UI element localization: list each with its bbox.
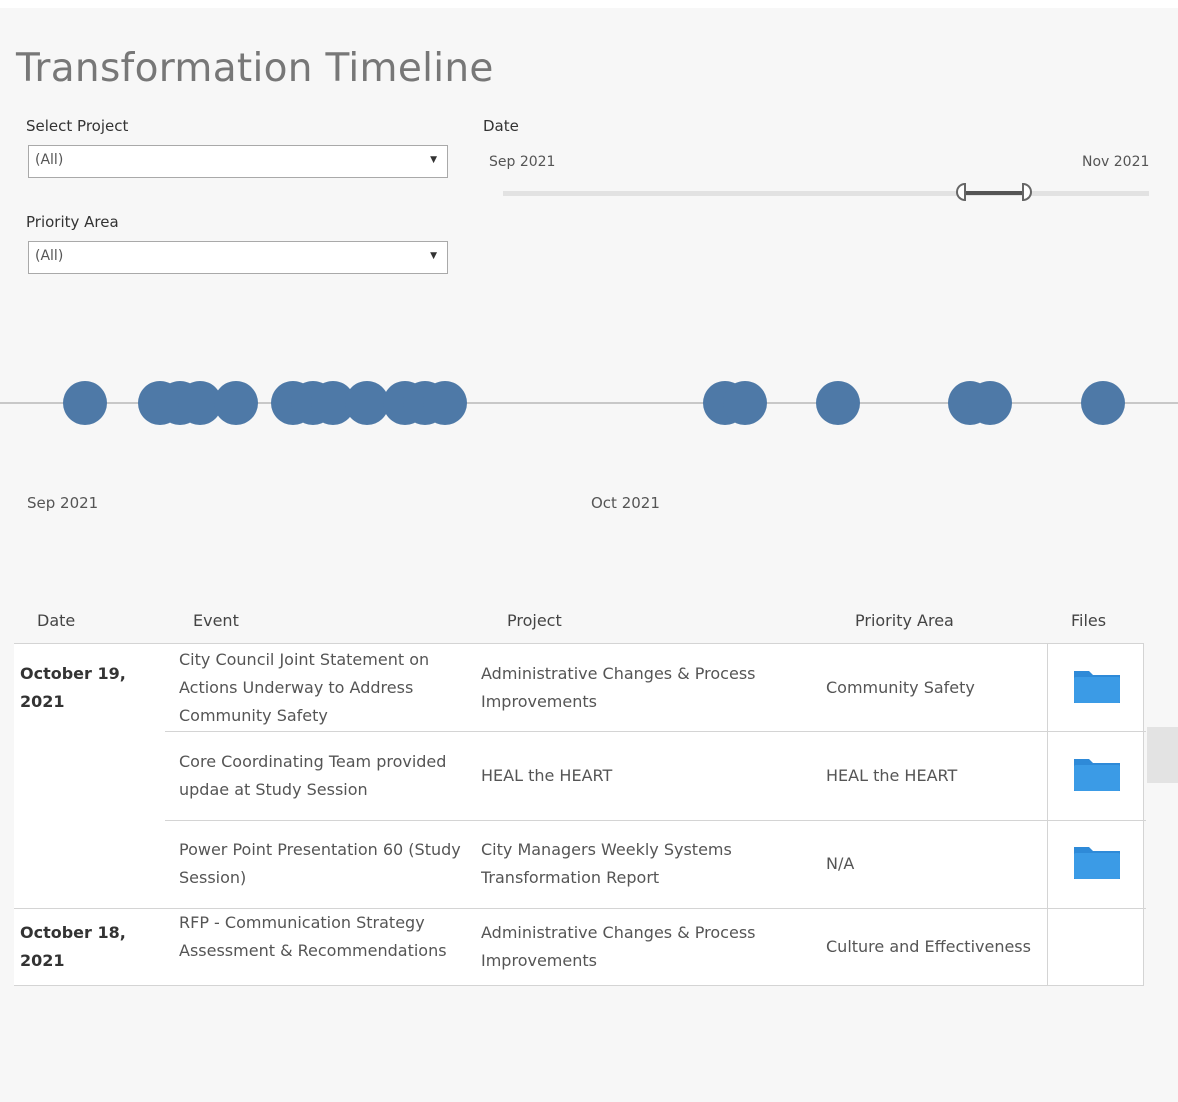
row-priority: N/A (826, 854, 855, 873)
timeline-event-dot[interactable] (63, 381, 107, 425)
row-date: October 19, 2021 (20, 663, 126, 711)
timeline-event-dot[interactable] (423, 381, 467, 425)
timeline-event-dot[interactable] (723, 381, 767, 425)
col-header-priority[interactable]: Priority Area (855, 611, 954, 630)
timeline-event-dot[interactable] (968, 381, 1012, 425)
row-date (20, 821, 168, 907)
row-priority: HEAL the HEART (826, 765, 958, 785)
col-header-date[interactable]: Date (37, 611, 75, 630)
timeline-event-dot[interactable] (1081, 381, 1125, 425)
date-range-end: Nov 2021 (1082, 154, 1150, 170)
chevron-down-icon: ▼ (430, 155, 437, 165)
page-title: Transformation Timeline (16, 46, 494, 91)
select-project-label: Select Project (26, 117, 129, 135)
priority-area-label: Priority Area (26, 213, 119, 231)
axis-label-oct: Oct 2021 (591, 494, 660, 512)
events-table: October 19, 2021 City Council Joint Stat… (14, 643, 1146, 986)
col-header-project[interactable]: Project (507, 611, 562, 630)
select-project-dropdown[interactable]: (All) ▼ (28, 145, 448, 178)
folder-icon[interactable] (1071, 668, 1123, 706)
axis-label-sep: Sep 2021 (27, 494, 99, 512)
timeline-event-dot[interactable] (214, 381, 258, 425)
col-header-files[interactable]: Files (1071, 611, 1106, 630)
timeline-chart (0, 381, 1178, 425)
timeline-event-dot[interactable] (816, 381, 860, 425)
row-priority: Culture and Effectiveness (826, 937, 1031, 956)
row-date: October 18, 2021 (20, 923, 126, 970)
chevron-down-icon: ▼ (430, 251, 437, 261)
scroll-indicator[interactable] (1147, 727, 1178, 783)
row-date (20, 732, 168, 819)
row-project: Administrative Changes & Process Improve… (481, 923, 756, 970)
row-project: HEAL the HEART (481, 765, 613, 785)
priority-area-dropdown[interactable]: (All) ▼ (28, 241, 448, 274)
priority-area-value: (All) (35, 248, 64, 264)
date-filter-label: Date (483, 117, 519, 135)
folder-icon[interactable] (1071, 844, 1123, 882)
row-priority: Community Safety (826, 677, 975, 697)
date-slider-selected-range (964, 191, 1026, 195)
folder-icon[interactable] (1071, 756, 1123, 794)
timeline-event-dot[interactable] (345, 381, 389, 425)
row-project: Administrative Changes & Process Improve… (481, 663, 756, 711)
files-column-divider (1047, 644, 1048, 985)
row-event: RFP - Communication Strategy Assessment … (179, 913, 447, 960)
row-event: City Council Joint Statement on Actions … (179, 649, 430, 725)
row-event: Power Point Presentation 60 (Study Sessi… (179, 840, 461, 887)
select-project-value: (All) (35, 152, 64, 168)
row-event: Core Coordinating Team provided updae at… (179, 751, 447, 799)
date-range-start: Sep 2021 (489, 154, 556, 170)
date-slider-track[interactable] (503, 191, 1149, 196)
col-header-event[interactable]: Event (193, 611, 239, 630)
row-project: City Managers Weekly Systems Transformat… (481, 840, 732, 887)
